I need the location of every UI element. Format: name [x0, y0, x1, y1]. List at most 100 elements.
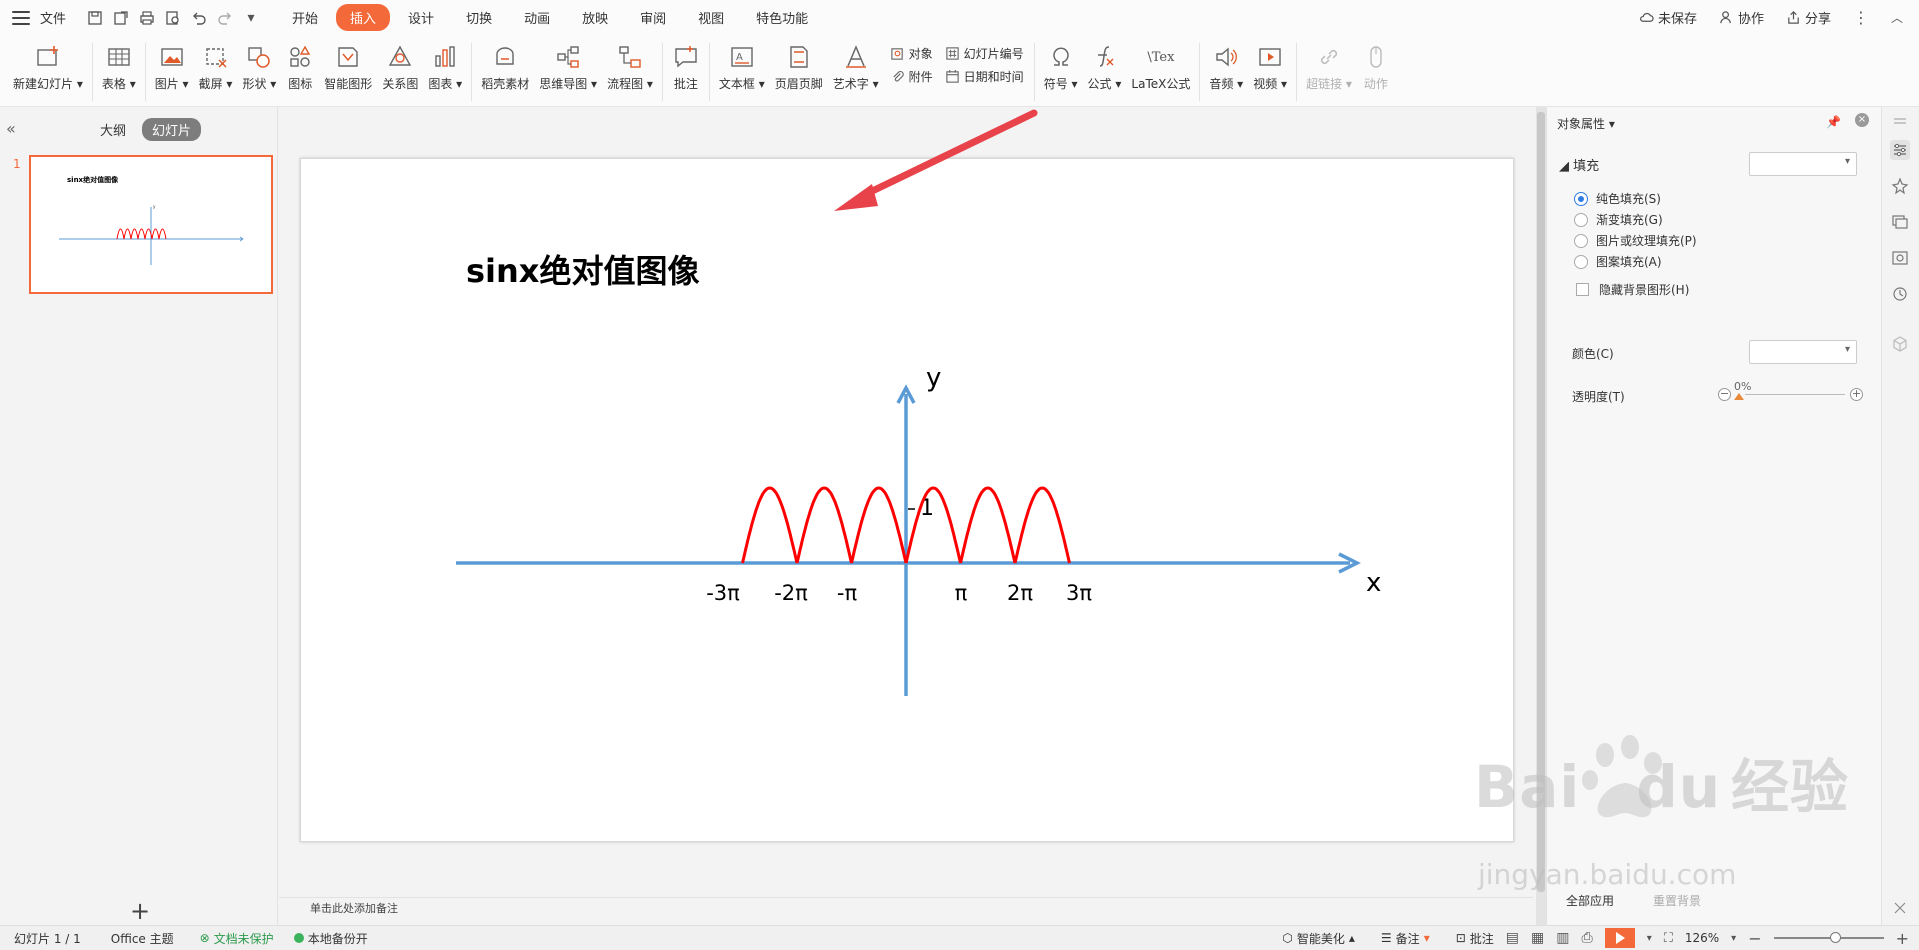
smart-beautify-button[interactable]: ⬡ 智能美化 ▴: [1282, 930, 1355, 947]
share-button[interactable]: 分享: [1786, 8, 1831, 27]
header-footer-button[interactable]: 页眉页脚: [775, 43, 823, 92]
save-icon[interactable]: [86, 9, 104, 27]
drag-handle-icon[interactable]: [1890, 112, 1910, 132]
material-button[interactable]: 稻壳素材: [481, 43, 529, 92]
transparency-slider-knob[interactable]: [1734, 393, 1744, 400]
play-dropdown-icon[interactable]: ▾: [1647, 933, 1652, 944]
fill-dropdown[interactable]: [1749, 152, 1857, 176]
shape-button[interactable]: 形状 ▾: [242, 43, 276, 92]
symbol-button[interactable]: 符号 ▾: [1044, 43, 1078, 92]
tab-review[interactable]: 审阅: [626, 4, 680, 31]
slide-number-button[interactable]: 幻灯片编号: [945, 45, 1024, 62]
table-button[interactable]: 表格 ▾: [102, 43, 136, 92]
hyperlink-button[interactable]: 超链接 ▾: [1306, 43, 1352, 92]
radio-pattern-fill[interactable]: 图案填充(A): [1574, 253, 1662, 270]
grid-view-icon[interactable]: ▦: [1531, 930, 1544, 946]
mindmap-button[interactable]: 思维导图 ▾: [539, 43, 597, 92]
comment-toggle-button[interactable]: ⊡ 批注: [1456, 930, 1494, 947]
hide-background-checkbox[interactable]: 隐藏背景图形(H): [1576, 281, 1689, 298]
radio-picture-fill[interactable]: 图片或纹理填充(P): [1574, 232, 1697, 249]
textbox-button[interactable]: A 文本框 ▾: [719, 43, 765, 92]
fill-section-header[interactable]: ◢ 填充: [1559, 155, 1599, 174]
zoom-in-button[interactable]: +: [1896, 929, 1909, 948]
object-button[interactable]: 对象: [890, 45, 933, 62]
slide-title[interactable]: sinx绝对值图像: [466, 246, 699, 292]
tab-insert[interactable]: 插入: [336, 4, 391, 31]
normal-view-icon[interactable]: ▤: [1506, 930, 1519, 946]
theme-name[interactable]: Office 主题: [111, 930, 174, 947]
color-dropdown[interactable]: [1749, 340, 1857, 364]
history-icon[interactable]: [1890, 284, 1910, 304]
tab-animation[interactable]: 动画: [510, 4, 564, 31]
play-slideshow-button[interactable]: [1604, 928, 1635, 948]
chart-button[interactable]: 图表 ▾: [428, 43, 462, 92]
tab-home[interactable]: 开始: [278, 4, 332, 31]
tab-slides[interactable]: 幻灯片: [142, 118, 202, 141]
print-icon[interactable]: [138, 9, 156, 27]
formula-button[interactable]: 公式 ▾: [1088, 43, 1121, 92]
close-icon[interactable]: ×: [1855, 113, 1869, 127]
reset-background-button[interactable]: 重置背景: [1653, 892, 1701, 909]
collaborate-button[interactable]: 协作: [1719, 8, 1764, 27]
icon-button[interactable]: 图标: [286, 43, 314, 92]
tab-slideshow[interactable]: 放映: [568, 4, 622, 31]
date-time-button[interactable]: 日期和时间: [945, 68, 1024, 85]
wordart-button[interactable]: 艺术字 ▾: [833, 43, 879, 92]
zoom-slider[interactable]: [1773, 932, 1884, 943]
picture-button[interactable]: 图片 ▾: [155, 43, 189, 92]
comment-button[interactable]: 批注: [672, 43, 700, 92]
fit-window-icon[interactable]: ⛶: [1664, 931, 1673, 946]
properties-icon[interactable]: [1890, 140, 1910, 160]
animation-pin-icon[interactable]: [1890, 176, 1910, 196]
action-button[interactable]: 动作: [1362, 43, 1390, 92]
tab-view[interactable]: 视图: [684, 4, 738, 31]
more-icon[interactable]: ⋮: [1853, 8, 1869, 27]
add-slide-button[interactable]: +: [130, 897, 150, 925]
latex-formula-button[interactable]: \Tex LaTeX公式: [1131, 43, 1190, 92]
new-slide-button[interactable]: 新建幻灯片 ▾: [13, 43, 83, 92]
collapse-panel-icon[interactable]: «: [6, 119, 16, 138]
pin-icon[interactable]: 📌: [1826, 115, 1841, 129]
relation-button[interactable]: 关系图: [382, 43, 418, 92]
redo-icon[interactable]: [216, 9, 234, 27]
document-protection-status[interactable]: ⊗ 文档未保护: [200, 930, 274, 947]
properties-title[interactable]: 对象属性 ▾: [1557, 115, 1615, 132]
notes-pane[interactable]: [279, 897, 1533, 925]
undo-icon[interactable]: [190, 9, 208, 27]
backup-status[interactable]: 本地备份开: [293, 930, 368, 947]
transparency-decrease-button[interactable]: −: [1718, 388, 1731, 401]
radio-gradient-fill[interactable]: 渐变填充(G): [1574, 211, 1663, 228]
screenshot-button[interactable]: 截屏 ▾: [199, 43, 232, 92]
audio-button[interactable]: 音频 ▾: [1209, 43, 1243, 92]
tab-design[interactable]: 设计: [394, 4, 448, 31]
transparency-slider[interactable]: [1745, 394, 1845, 395]
customize-dropdown-icon[interactable]: ▾: [242, 9, 260, 27]
camera-icon[interactable]: ⎙: [1582, 930, 1593, 946]
notes-placeholder[interactable]: 单击此处添加备注: [310, 900, 398, 916]
image-settings-icon[interactable]: [1890, 248, 1910, 268]
zoom-dropdown-icon[interactable]: ▾: [1731, 933, 1736, 944]
zoom-value[interactable]: 126%: [1685, 931, 1719, 945]
expand-icon[interactable]: [1890, 898, 1910, 918]
transparency-increase-button[interactable]: +: [1850, 388, 1863, 401]
tab-outline[interactable]: 大纲: [90, 118, 136, 141]
tab-special[interactable]: 特色功能: [742, 4, 822, 31]
zoom-slider-knob[interactable]: [1829, 932, 1841, 943]
export-icon[interactable]: [112, 9, 130, 27]
radio-solid-fill[interactable]: 纯色填充(S): [1574, 190, 1661, 207]
tab-transition[interactable]: 切换: [452, 4, 506, 31]
file-menu[interactable]: 文件: [40, 8, 66, 27]
smart-shape-button[interactable]: 智能图形: [324, 43, 372, 92]
transition-icon[interactable]: [1890, 212, 1910, 232]
slide-thumbnail[interactable]: sinx绝对值图像 y: [29, 155, 273, 294]
reading-view-icon[interactable]: ▥: [1556, 930, 1569, 946]
collapse-ribbon-icon[interactable]: ︿: [1891, 9, 1903, 26]
cube-icon[interactable]: [1890, 334, 1910, 354]
flowchart-button[interactable]: 流程图 ▾: [607, 43, 653, 92]
apply-all-button[interactable]: 全部应用: [1566, 892, 1614, 909]
zoom-out-button[interactable]: −: [1748, 929, 1761, 948]
video-button[interactable]: 视频 ▾: [1253, 43, 1287, 92]
hamburger-menu-icon[interactable]: [12, 10, 30, 25]
attachment-button[interactable]: 附件: [890, 68, 933, 85]
notes-toggle-button[interactable]: ☰ 备注 ▾: [1381, 930, 1430, 947]
